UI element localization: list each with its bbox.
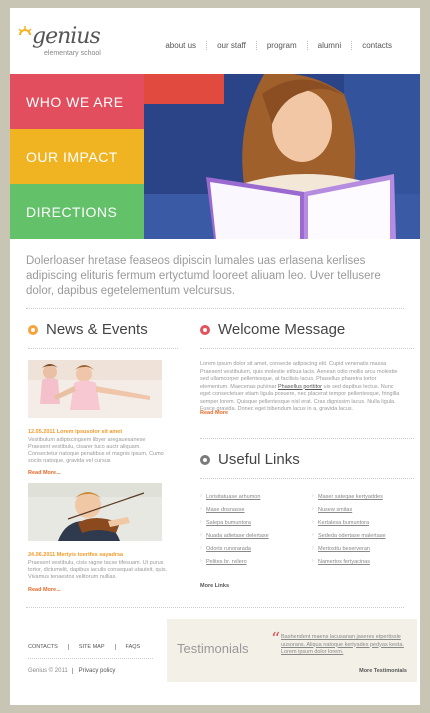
divider	[28, 348, 178, 349]
tile-who-we-are[interactable]: WHO WE ARE	[10, 74, 144, 129]
link-item[interactable]: Odorts runorarada	[200, 545, 251, 552]
privacy-policy-link[interactable]: Privacy policy	[71, 668, 116, 674]
nav-about-us[interactable]: about us	[155, 41, 206, 50]
news-date[interactable]: 12.05.2011 Lorem ipsusolor sit amet	[28, 429, 122, 435]
link-item[interactable]: Pelites br. rvilero	[200, 558, 247, 565]
welcome-heading: Welcome Message	[200, 321, 345, 338]
footer-sitemap-link[interactable]: SITE MAP	[67, 644, 115, 650]
nav-program[interactable]: program	[255, 41, 307, 50]
news-heading: News & Events	[28, 321, 148, 338]
bullet-icon	[200, 324, 210, 335]
testimonial-quote[interactable]: Bashendent maens lacusanan jaseres etper…	[281, 634, 409, 657]
page: genius elementary school about us our st…	[10, 8, 420, 705]
testimonials-title: Testimonials	[177, 641, 249, 656]
more-testimonials-link[interactable]: More Testimonials	[359, 668, 407, 674]
footer-contacts-link[interactable]: CONTACTS	[28, 644, 68, 650]
logo-name: genius	[32, 24, 101, 49]
news-body: Vestibulum adipiscingsem libyer aregaues…	[28, 437, 164, 464]
welcome-title: Welcome Message	[218, 321, 346, 338]
nav-contacts[interactable]: contacts	[351, 41, 402, 50]
header: genius elementary school about us our st…	[10, 8, 420, 74]
copyright: Genius © 2011 Privacy policy	[28, 668, 116, 674]
hero-photo	[144, 74, 420, 239]
highlight-link[interactable]: Phasellus porttitor	[278, 384, 322, 390]
divider	[26, 308, 404, 309]
links-heading: Useful Links	[200, 451, 300, 468]
divider	[28, 658, 153, 659]
news-readmore-link[interactable]: Read More...	[28, 470, 61, 476]
links-title: Useful Links	[218, 451, 300, 468]
nav-alumni[interactable]: alumni	[306, 41, 352, 50]
logo-tagline: elementary school	[44, 50, 101, 57]
bullet-icon	[28, 324, 38, 335]
tile-directions[interactable]: DIRECTIONS	[10, 184, 144, 239]
main-nav: about us our staff program alumni contac…	[155, 41, 402, 50]
divider	[26, 607, 404, 608]
news-date[interactable]: 24.06.2011 Mertyis toertfes sayadrsa	[28, 552, 123, 558]
news-image-ballet	[28, 360, 162, 418]
sun-icon	[18, 26, 32, 36]
news-title: News & Events	[46, 321, 148, 338]
divider	[200, 478, 414, 479]
link-item[interactable]: Lorisitatuase arhumon	[200, 493, 260, 500]
link-item[interactable]: Namertos fertyacinas	[312, 558, 370, 565]
tile-our-impact[interactable]: OUR IMPACT	[10, 129, 144, 184]
footer-nav: CONTACTS SITE MAP FAQS	[28, 644, 150, 650]
hero-banner: WHO WE ARE OUR IMPACT DIRECTIONS	[10, 74, 420, 239]
footer-faqs-link[interactable]: FAQS	[114, 644, 151, 650]
link-item[interactable]: Mertosttu beserveran	[312, 545, 370, 552]
divider	[200, 348, 414, 349]
link-item[interactable]: Sededa odertase malertase	[312, 532, 386, 539]
nav-our-staff[interactable]: our staff	[206, 41, 256, 50]
welcome-readmore-link[interactable]: Read More	[200, 410, 228, 416]
link-item[interactable]: Maser sateqae kertyaddes	[312, 493, 383, 500]
link-item[interactable]: Kertalesa bumuntora	[312, 519, 369, 526]
link-item[interactable]: Nusew smitas	[312, 506, 352, 513]
welcome-body: Lorem ipsum dolor sit amet, consecte adi…	[200, 361, 400, 412]
link-item[interactable]: Nuada adietase delertase	[200, 532, 269, 539]
more-links-link[interactable]: More Links	[200, 583, 229, 589]
intro-text: Dolerloaser hretase feaseos dipiscin lum…	[26, 255, 381, 297]
news-body: Praesent vestibulu, cisis ragne tacse ti…	[28, 560, 168, 580]
quote-icon: “	[271, 629, 281, 650]
divider	[200, 438, 414, 439]
news-readmore-link[interactable]: Read More...	[28, 587, 61, 593]
link-item[interactable]: Mase dosnasse	[200, 506, 245, 513]
link-item[interactable]: Salepa bumuntora	[200, 519, 251, 526]
testimonials-box: Testimonials “ Bashendent maens lacusana…	[167, 619, 417, 682]
news-image-violin	[28, 483, 162, 541]
bullet-icon	[200, 454, 210, 465]
